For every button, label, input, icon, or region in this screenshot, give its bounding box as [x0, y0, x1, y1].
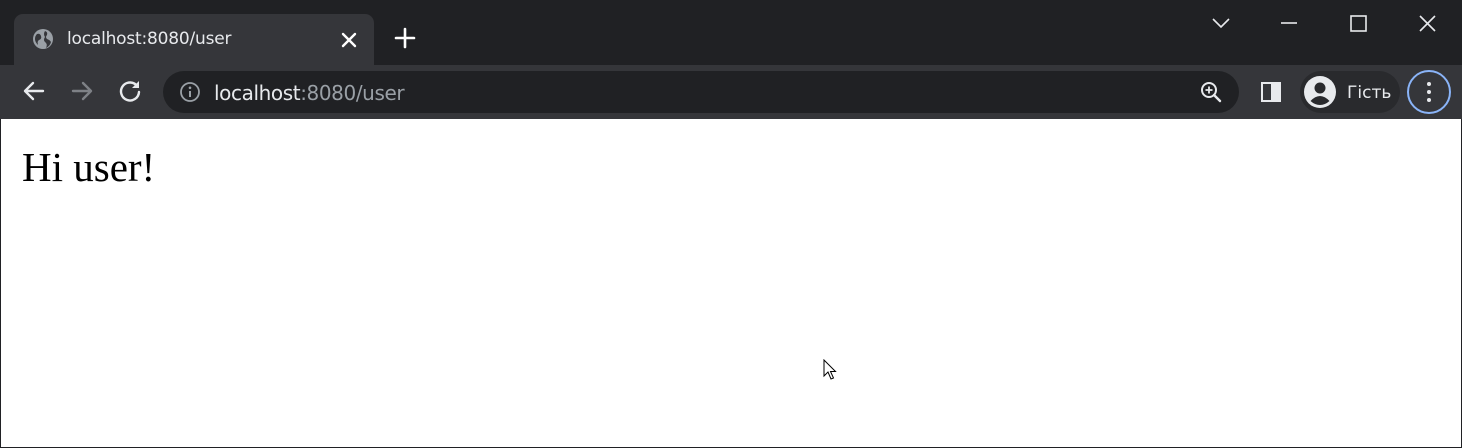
url-host: localhost: [214, 81, 301, 105]
avatar-icon: [1304, 76, 1336, 108]
minimize-icon[interactable]: [1274, 10, 1304, 38]
browser-toolbar: localhost:8080/user Гість: [0, 65, 1462, 119]
chevron-down-icon[interactable]: [1206, 10, 1236, 38]
close-icon[interactable]: [338, 29, 360, 51]
profile-label: Гість: [1347, 83, 1392, 103]
kebab-menu-icon: [1427, 82, 1431, 102]
title-bar: localhost:8080/user: [0, 0, 1462, 65]
reload-icon[interactable]: [116, 77, 144, 105]
close-window-icon[interactable]: [1412, 10, 1442, 38]
browser-tab[interactable]: localhost:8080/user: [14, 14, 374, 65]
side-panel-icon[interactable]: [1258, 79, 1284, 105]
info-icon[interactable]: [179, 81, 201, 103]
mouse-cursor-icon: [823, 359, 837, 380]
page-content: Hi user!: [1, 119, 1461, 447]
maximize-icon[interactable]: [1343, 10, 1373, 38]
url-path: :8080/user: [300, 81, 405, 105]
address-bar[interactable]: localhost:8080/user: [163, 71, 1239, 113]
zoom-in-icon[interactable]: [1199, 80, 1223, 104]
browser-menu-button[interactable]: [1407, 70, 1451, 114]
plus-icon[interactable]: [393, 26, 417, 50]
globe-icon: [33, 29, 53, 49]
profile-button[interactable]: Гість: [1300, 71, 1400, 113]
tab-title: localhost:8080/user: [67, 29, 232, 49]
url-text[interactable]: localhost:8080/user: [214, 81, 405, 105]
page-heading: Hi user!: [22, 144, 156, 190]
forward-arrow-icon[interactable]: [68, 77, 96, 105]
back-arrow-icon[interactable]: [20, 77, 48, 105]
